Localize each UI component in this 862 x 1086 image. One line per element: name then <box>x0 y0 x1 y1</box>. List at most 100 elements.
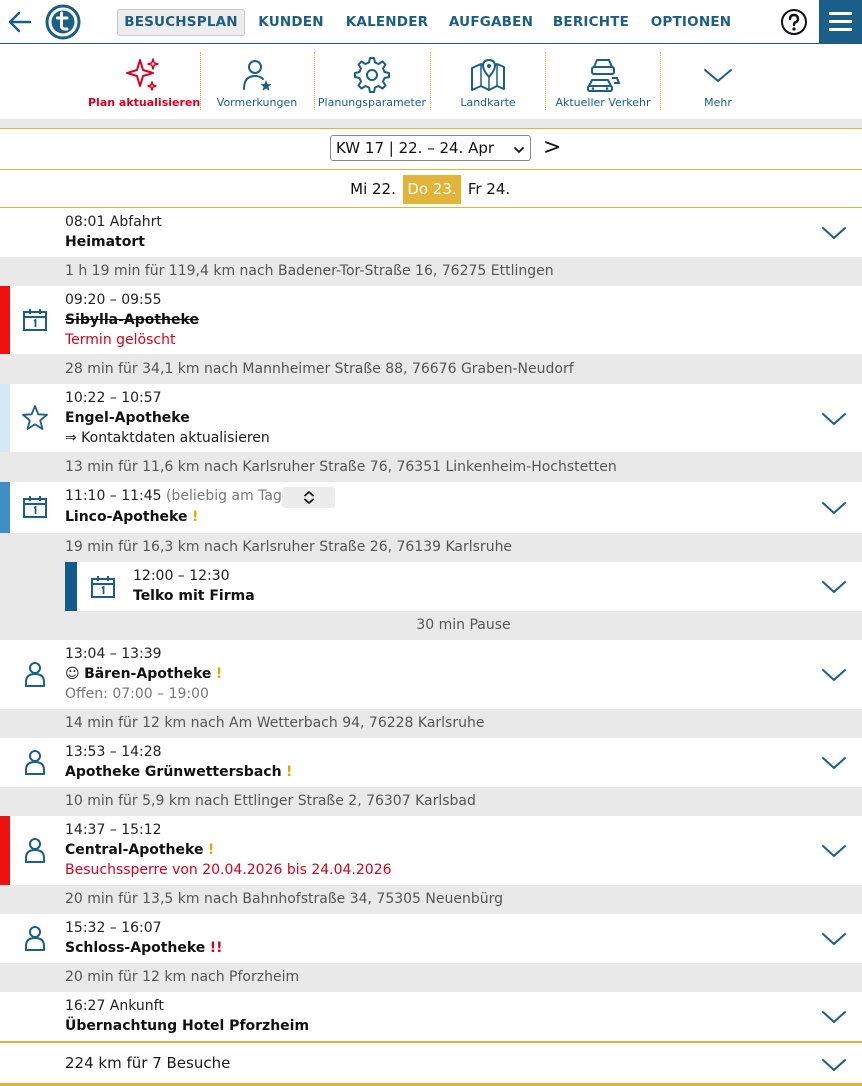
summary-text: 224 km für 7 Besuche <box>65 1054 231 1072</box>
start-row[interactable]: 08:01 Abfahrt Heimatort <box>0 208 862 257</box>
visit-name: Apotheke Grünwettersbach <box>65 764 282 780</box>
travel-row: 20 min für 12 km nach Pforzheim <box>0 963 862 992</box>
planungsparameter-button[interactable]: Planungsparameter <box>316 52 428 114</box>
visit-row-linco[interactable]: 11:10 – 11:45 (beliebig am Tag) Linco-Ap… <box>0 482 862 533</box>
end-time: 16:27 Ankunft <box>65 998 164 1014</box>
visit-name: Engel-Apotheke <box>65 410 190 426</box>
start-name: Heimatort <box>65 234 145 250</box>
warning-flag: ! <box>207 842 215 858</box>
chevron-down-icon[interactable] <box>821 499 847 517</box>
user-icon <box>25 662 45 687</box>
plan-aktualisieren-button[interactable]: Plan aktualisieren <box>88 52 200 114</box>
aktueller-verkehr-label: Aktueller Verkehr <box>555 96 651 109</box>
visit-time-note: (beliebig am Tag) <box>166 488 288 504</box>
end-name: Übernachtung Hotel Pforzheim <box>65 1018 310 1034</box>
warning-flag: ! <box>191 509 199 525</box>
appointment-name: Telko mit Firma <box>133 588 255 604</box>
tab-berichte[interactable]: BERICHTE <box>551 9 631 36</box>
week-select-value: KW 17 | 22. – 24. Apr <box>336 139 495 157</box>
day-selector-row: Mi 22. Do 23. Fr 24. <box>0 169 862 208</box>
travel-row: 14 min für 12 km nach Am Wetterbach 94, … <box>0 709 862 738</box>
next-week-button[interactable]: > <box>543 135 561 160</box>
status-bar <box>0 816 10 885</box>
landkarte-button[interactable]: Landkarte <box>432 52 544 114</box>
day-tab-do[interactable]: Do 23. <box>403 175 461 204</box>
day-tab-mi[interactable]: Mi 22. <box>347 175 399 204</box>
visit-time: 13:04 – 13:39 <box>65 646 162 662</box>
visit-name: Linco-Apotheke <box>65 509 188 525</box>
chevron-down-icon[interactable] <box>821 1056 847 1074</box>
reorder-stepper[interactable] <box>282 487 335 508</box>
visit-time: 15:32 – 16:07 <box>65 920 162 936</box>
chevron-down-icon <box>704 69 732 82</box>
travel-row: 13 min für 11,6 km nach Karlsruher Straß… <box>0 452 862 482</box>
status-bar <box>0 482 10 533</box>
end-row[interactable]: 16:27 Ankunft Übernachtung Hotel Pforzhe… <box>0 992 862 1041</box>
day-tab-fr[interactable]: Fr 24. <box>464 175 514 204</box>
menu-icon <box>829 12 852 15</box>
calendar-icon <box>23 496 47 518</box>
visit-time: 10:22 – 10:57 <box>65 390 162 406</box>
visit-row-baeren[interactable]: 13:04 – 13:39 ☺ Bären-Apotheke ! Offen: … <box>0 640 862 709</box>
tab-kalender[interactable]: KALENDER <box>344 9 430 36</box>
vormerkungen-label: Vormerkungen <box>216 96 298 109</box>
visit-name: Bären-Apotheke <box>84 666 212 682</box>
chevron-down-icon[interactable] <box>821 1008 847 1026</box>
travel-row: 28 min für 34,1 km nach Mannheimer Straß… <box>0 354 862 384</box>
up-down-icon <box>304 491 314 504</box>
chevron-down-icon[interactable] <box>821 410 847 428</box>
app-logo[interactable] <box>45 4 81 40</box>
visit-name: Central-Apotheke <box>65 842 204 858</box>
chevron-down-icon[interactable] <box>821 930 847 948</box>
tab-kunden[interactable]: KUNDEN <box>252 9 330 36</box>
visit-row-sibylla[interactable]: 09:20 – 09:55 Sibylla-Apotheke Termin ge… <box>0 286 862 354</box>
sparkle-icon <box>126 58 159 91</box>
week-selector-row: KW 17 | 22. – 24. Apr > <box>0 128 862 169</box>
tab-aufgaben[interactable]: AUFGABEN <box>446 9 536 36</box>
visit-time: 14:37 – 15:12 <box>65 822 162 838</box>
status-bar <box>0 286 10 354</box>
visit-note: Besuchssperre von 20.04.2026 bis 24.04.2… <box>65 862 392 878</box>
chevron-down-icon[interactable] <box>821 754 847 772</box>
vormerkungen-button[interactable]: Vormerkungen <box>202 52 312 114</box>
landkarte-label: Landkarte <box>460 96 516 109</box>
user-icon <box>25 750 45 775</box>
appointment-row-telko[interactable]: 12:00 – 12:30 Telko mit Firma <box>65 562 862 611</box>
chevron-down-icon[interactable] <box>821 842 847 860</box>
visit-name: Sibylla-Apotheke <box>65 312 199 328</box>
visit-row-gruenwettersbach[interactable]: 13:53 – 14:28 Apotheke Grünwettersbach ! <box>0 738 862 787</box>
caret-down-icon <box>514 147 524 153</box>
back-arrow-icon[interactable] <box>6 8 34 36</box>
visit-note: ⇒ Kontaktdaten aktualisieren <box>65 430 270 446</box>
calendar-icon <box>91 576 115 598</box>
visit-row-schloss[interactable]: 15:32 – 16:07 Schloss-Apotheke !! <box>0 914 862 963</box>
top-bar: BESUCHSPLAN KUNDEN KALENDER AUFGABEN BER… <box>0 0 862 44</box>
planungsparameter-label: Planungsparameter <box>317 96 427 109</box>
toolbar: Plan aktualisieren Vormerkungen Planungs… <box>0 44 862 119</box>
visit-time: 13:53 – 14:28 <box>65 744 162 760</box>
gear-icon <box>354 57 390 93</box>
help-icon[interactable] <box>780 8 808 36</box>
mehr-label: Mehr <box>704 96 732 109</box>
travel-row: 10 min für 5,9 km nach Ettlinger Straße … <box>0 787 862 816</box>
chevron-down-icon[interactable] <box>821 578 847 596</box>
chevron-down-icon[interactable] <box>821 666 847 684</box>
chevron-down-icon[interactable] <box>821 224 847 242</box>
summary-row[interactable]: 224 km für 7 Besuche <box>0 1041 862 1086</box>
warning-flag: ! <box>286 764 293 780</box>
mehr-button[interactable]: Mehr <box>662 52 774 114</box>
appointment-time: 12:00 – 12:30 <box>133 568 230 584</box>
visit-row-central[interactable]: 14:37 – 15:12 Central-Apotheke ! Besuchs… <box>0 816 862 885</box>
calendar-icon <box>23 309 47 331</box>
aktueller-verkehr-button[interactable]: Aktueller Verkehr <box>547 52 659 114</box>
week-select[interactable]: KW 17 | 22. – 24. Apr <box>330 135 531 161</box>
hamburger-menu-button[interactable] <box>819 0 862 44</box>
tab-besuchsplan[interactable]: BESUCHSPLAN <box>117 9 245 36</box>
travel-row: 20 min für 13,5 km nach Bahnhofstraße 34… <box>0 885 862 914</box>
tab-optionen[interactable]: OPTIONEN <box>648 9 734 36</box>
visit-row-engel[interactable]: 10:22 – 10:57 Engel-Apotheke ⇒ Kontaktda… <box>0 384 862 452</box>
visit-note: Offen: 07:00 – 19:00 <box>65 686 209 702</box>
user-star-icon <box>243 60 272 91</box>
status-bar <box>65 562 77 611</box>
star-icon <box>22 405 48 430</box>
